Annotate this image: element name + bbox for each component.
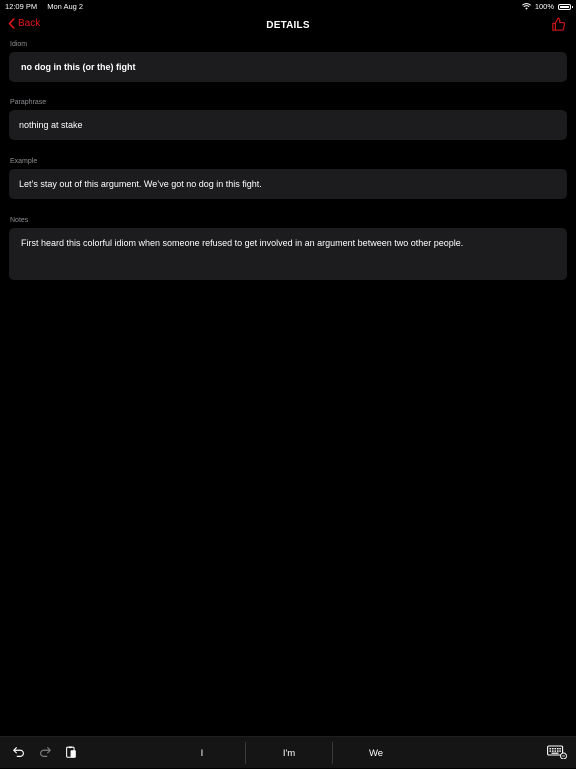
keyboard-toggle-button[interactable] xyxy=(547,745,567,764)
battery-icon xyxy=(558,4,571,10)
undo-icon[interactable] xyxy=(12,745,26,759)
idiom-field[interactable]: no dog in this (or the) fight xyxy=(9,52,567,82)
page-title: DETAILS xyxy=(0,20,576,31)
autocorrect-suggestions: I I'm We xyxy=(159,737,419,769)
suggestion-item[interactable]: I'm xyxy=(246,748,332,759)
keyboard-left-actions xyxy=(12,745,78,759)
status-date: Mon Aug 2 xyxy=(47,2,83,11)
wifi-icon xyxy=(522,3,531,10)
paraphrase-field[interactable]: nothing at stake xyxy=(9,110,567,140)
paraphrase-label: Paraphrase xyxy=(10,98,567,110)
status-time: 12:09 PM xyxy=(5,2,37,11)
status-bar: 12:09 PM Mon Aug 2 100% xyxy=(0,0,576,12)
example-label: Example xyxy=(10,157,567,169)
status-right: 100% xyxy=(522,2,571,11)
paste-icon[interactable] xyxy=(64,745,78,759)
keyboard-shortcut-bar: I I'm We xyxy=(0,736,576,768)
notes-field[interactable]: First heard this colorful idiom when som… xyxy=(9,228,567,280)
battery-percent: 100% xyxy=(535,2,554,11)
details-form: Idiom no dog in this (or the) fight Para… xyxy=(9,40,567,280)
keyboard-icon xyxy=(547,745,567,759)
suggestion-item[interactable]: I xyxy=(159,748,245,759)
redo-icon[interactable] xyxy=(38,745,52,759)
suggestion-item[interactable]: We xyxy=(333,748,419,759)
example-field[interactable]: Let’s stay out of this argument. We’ve g… xyxy=(9,169,567,199)
notes-label: Notes xyxy=(10,216,567,228)
idiom-label: Idiom xyxy=(10,40,567,52)
nav-bar: Back DETAILS xyxy=(0,12,576,40)
status-left: 12:09 PM Mon Aug 2 xyxy=(5,2,83,11)
thumbs-up-icon xyxy=(551,17,566,32)
like-button[interactable] xyxy=(551,17,566,37)
battery-fill xyxy=(560,6,569,8)
